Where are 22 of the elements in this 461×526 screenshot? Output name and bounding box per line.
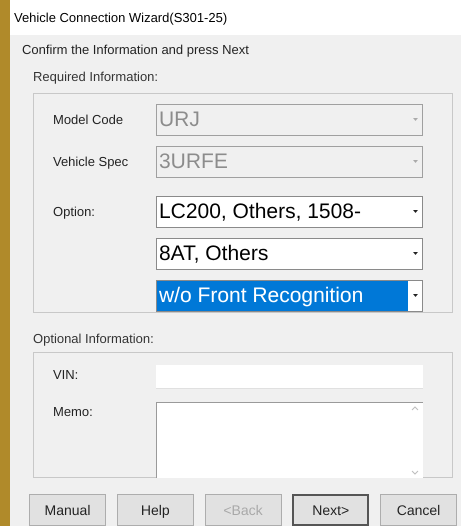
dropdown[interactable]: 8AT, Others — [156, 238, 423, 270]
field-label: Vehicle Spec — [52, 152, 130, 171]
dropdown-arrow-icon[interactable] — [412, 294, 418, 297]
dialog-button[interactable]: Next> — [292, 494, 370, 526]
field-label: Memo: — [52, 403, 94, 421]
group-label: Optional Information: — [33, 330, 154, 348]
instruction-text: Confirm the Information and press Next — [22, 40, 249, 59]
field-label: Model Code — [52, 110, 124, 128]
scroll-down-icon[interactable] — [411, 470, 419, 475]
field-label: VIN: — [52, 366, 80, 384]
vin-input-field[interactable] — [156, 365, 423, 389]
dropdown-arrow-icon[interactable] — [412, 210, 418, 213]
dropdown[interactable]: LC200, Others, 1508- — [156, 196, 423, 228]
dialog-button[interactable]: Cancel — [380, 494, 457, 526]
field-label: Option: — [52, 202, 96, 221]
dropdown[interactable]: w/o Front Recognition — [156, 280, 423, 312]
dropdown-arrow-icon[interactable] — [412, 252, 418, 255]
scroll-up-icon[interactable] — [411, 406, 419, 411]
group-label: Required Information: — [33, 68, 158, 86]
dialog-button[interactable]: Manual — [29, 494, 106, 526]
dialog-button[interactable]: Help — [116, 494, 194, 526]
window-title: Vehicle Connection Wizard(S301-25) — [14, 8, 228, 27]
